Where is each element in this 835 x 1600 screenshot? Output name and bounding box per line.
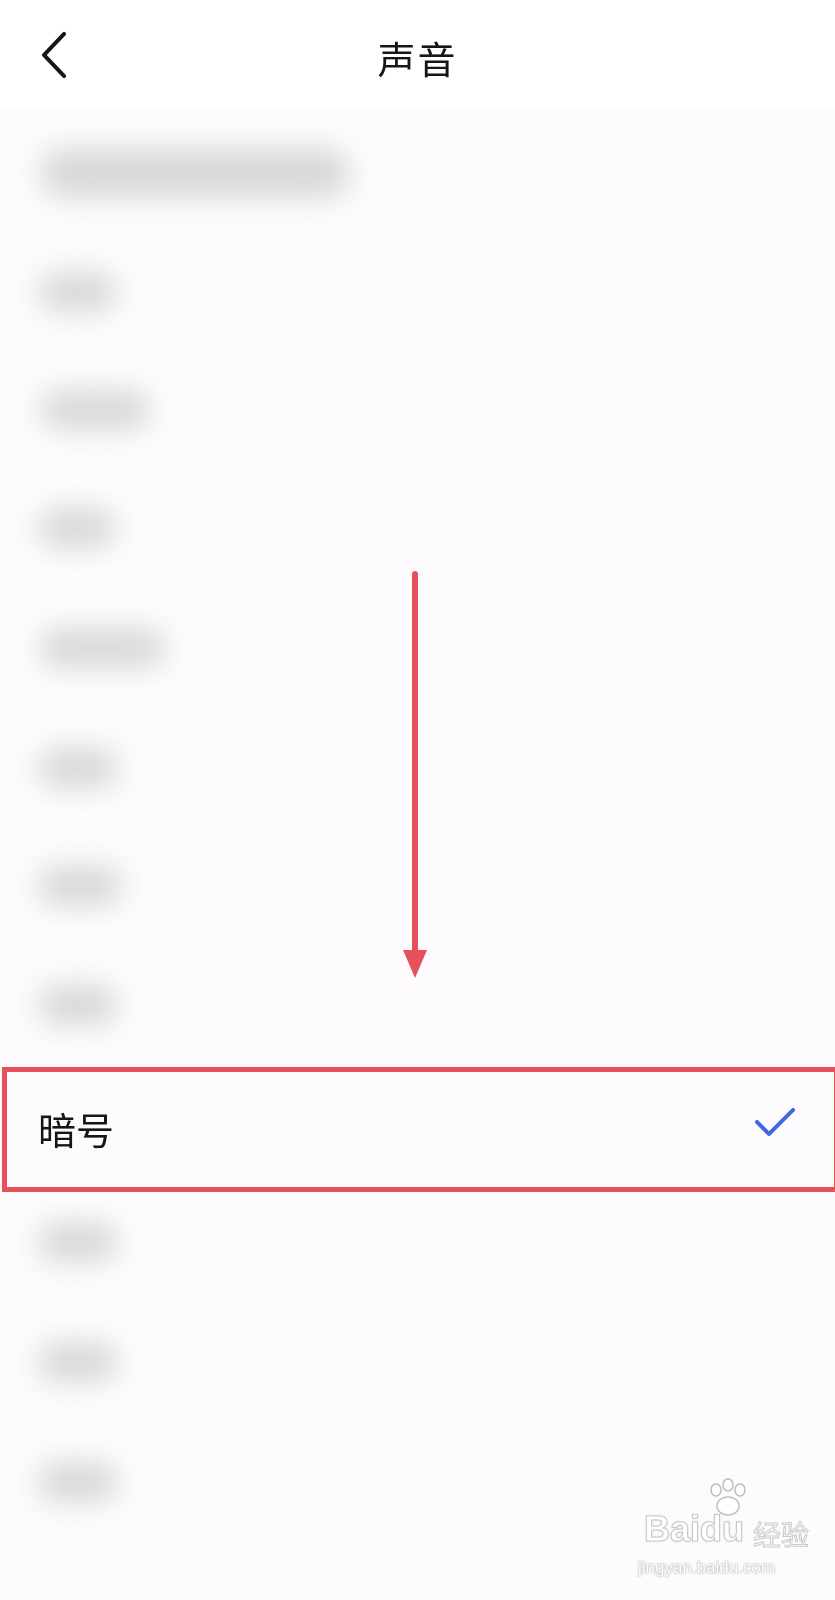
blurred-item (38, 985, 118, 1025)
sound-settings-screen: 声音 暗号 Baidu 经验 jingyan.baidu.com (0, 0, 835, 1600)
baidu-jingyan-watermark: Baidu 经验 jingyan.baidu.com (638, 1478, 818, 1588)
blurred-item (38, 508, 116, 548)
checkmark-icon (755, 1108, 795, 1136)
ringtone-label: 暗号 (38, 1110, 115, 1154)
page-title: 声音 (377, 39, 458, 83)
blurred-item (40, 148, 350, 198)
annotation-arrow (403, 571, 427, 978)
blurred-item (38, 1222, 118, 1262)
blurred-item (38, 748, 118, 788)
watermark-logo: Baidu (643, 1508, 745, 1550)
blurred-item (40, 390, 150, 430)
ringtone-item-anhao[interactable]: 暗号 (0, 1067, 835, 1185)
blurred-item (38, 1462, 118, 1502)
blurred-item (38, 866, 122, 906)
blurred-item (40, 628, 165, 668)
watermark-url: jingyan.baidu.com (638, 1558, 776, 1577)
blurred-item (38, 272, 116, 312)
top-bar: 声音 (0, 0, 835, 110)
blurred-item (38, 1342, 118, 1382)
watermark-chinese: 经验 (752, 1519, 810, 1553)
